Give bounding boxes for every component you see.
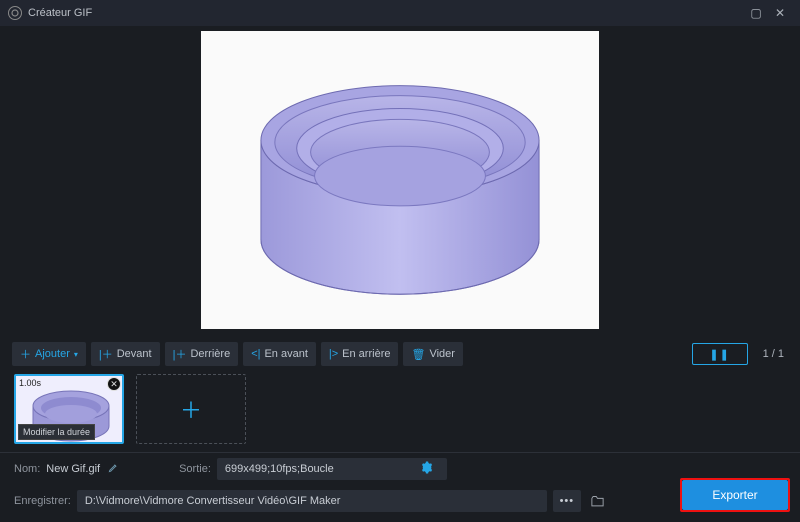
insert-front-button[interactable]: |＋ Devant <box>91 342 160 366</box>
window-maximize-button[interactable]: ▢ <box>744 6 768 20</box>
front-label: Devant <box>117 348 152 360</box>
toolbar: ＋ Ajouter ▾ |＋ Devant |＋ Derrière <| En … <box>0 334 800 370</box>
thumbnail-strip: 1.00s ✕ Modifier la durée ＋ <box>0 370 800 452</box>
save-path-field[interactable]: D:\Vidmore\Vidmore Convertisseur Vidéo\G… <box>77 490 547 512</box>
gif-preview <box>201 31 599 329</box>
preview-area <box>0 26 800 334</box>
forward-label: En avant <box>264 348 307 360</box>
output-settings-field[interactable]: 699x499;10fps;Boucle <box>217 458 447 480</box>
backward-label: En arrière <box>342 348 390 360</box>
remove-frame-button[interactable]: ✕ <box>107 377 121 391</box>
save-path-value: D:\Vidmore\Vidmore Convertisseur Vidéo\G… <box>85 495 341 507</box>
chevron-down-icon: ▾ <box>74 350 78 359</box>
clear-button[interactable]: 🗑 Vider <box>403 342 462 366</box>
gear-icon[interactable] <box>420 461 439 477</box>
back-label: Derrière <box>190 348 230 360</box>
window-title: Créateur GIF <box>28 7 92 19</box>
chevron-left-icon: <| <box>251 348 260 360</box>
pause-button[interactable]: ❚❚ <box>692 343 748 365</box>
add-button[interactable]: ＋ Ajouter ▾ <box>12 342 86 366</box>
export-button[interactable]: Exporter <box>682 480 788 510</box>
trash-icon: 🗑 <box>411 348 425 361</box>
chevron-right-icon: |> <box>329 348 338 360</box>
thumbnail-frame[interactable]: 1.00s ✕ Modifier la durée <box>14 374 124 444</box>
export-label: Exporter <box>712 488 757 502</box>
app-logo-icon <box>8 6 22 20</box>
plus-icon: ＋ <box>20 346 31 362</box>
output-value: 699x499;10fps;Boucle <box>225 463 334 475</box>
move-forward-button[interactable]: <| En avant <box>243 342 316 366</box>
frame-counter: 1 / 1 <box>763 348 784 360</box>
name-value: New Gif.gif <box>46 463 100 475</box>
export-highlight: Exporter <box>680 478 790 512</box>
open-folder-button[interactable] <box>587 490 609 512</box>
insert-front-icon: |＋ <box>99 346 113 362</box>
add-frame-slot[interactable]: ＋ <box>136 374 246 444</box>
window-close-button[interactable]: ✕ <box>768 6 792 20</box>
add-label: Ajouter <box>35 348 70 360</box>
title-bar: Créateur GIF ▢ ✕ <box>0 0 800 26</box>
browse-path-button[interactable]: ••• <box>553 490 581 512</box>
name-label: Nom: <box>14 463 40 475</box>
output-label: Sortie: <box>179 463 211 475</box>
plus-icon: ＋ <box>180 393 202 425</box>
edit-name-button[interactable] <box>108 462 119 476</box>
move-backward-button[interactable]: |> En arrière <box>321 342 399 366</box>
pause-icon: ❚❚ <box>709 348 729 361</box>
insert-back-button[interactable]: |＋ Derrière <box>165 342 239 366</box>
save-label: Enregistrer: <box>14 495 71 507</box>
clear-label: Vider <box>429 348 454 360</box>
frame-duration: 1.00s <box>19 378 41 388</box>
insert-back-icon: |＋ <box>173 346 187 362</box>
duration-tooltip: Modifier la durée <box>18 424 95 440</box>
